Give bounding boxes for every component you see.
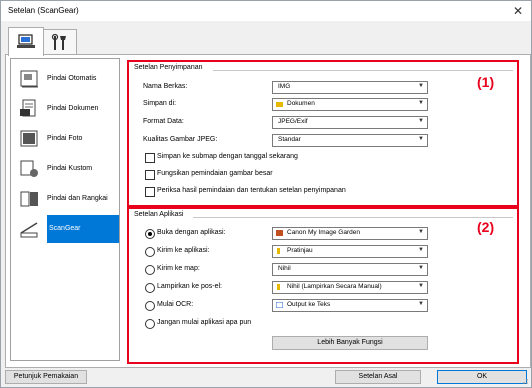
data-format-label: Format Data: (143, 118, 184, 125)
tools-icon (51, 34, 66, 50)
checkbox-label: Fungsikan pemindaian gambar besar (157, 170, 273, 177)
section-title: Setelan Penyimpanan (134, 64, 203, 71)
chevron-down-icon[interactable]: ▼ (418, 301, 424, 307)
chevron-down-icon[interactable]: ▼ (418, 100, 424, 106)
radio-label: Kirim ke map: (157, 265, 200, 272)
chevron-down-icon[interactable]: ▼ (418, 83, 424, 89)
no-app-radio[interactable] (145, 319, 155, 329)
custom-scan-icon (20, 160, 38, 177)
jpeg-quality-select[interactable]: Standar ▼ (272, 134, 428, 147)
scan-mode-list: Pindai Otomatis Pindai Dokumen Pindai Fo… (10, 58, 120, 361)
attach-to-email-radio[interactable] (145, 283, 155, 293)
start-ocr-radio[interactable] (145, 301, 155, 311)
chevron-down-icon[interactable]: ▼ (418, 247, 424, 253)
chevron-down-icon[interactable]: ▼ (418, 265, 424, 271)
open-with-app-radio[interactable] (145, 229, 155, 239)
send-to-folder-radio[interactable] (145, 265, 155, 275)
app-icon (277, 248, 280, 254)
section-divider (213, 70, 513, 71)
chevron-down-icon[interactable]: ▼ (418, 118, 424, 124)
sidebar-item-label: Pindai Foto (47, 135, 83, 142)
sidebar-item-label: ScanGear (49, 225, 81, 232)
chevron-down-icon[interactable]: ▼ (418, 136, 424, 142)
sidebar-item-stitch-scan[interactable]: Pindai dan Rangkai (11, 185, 119, 213)
open-with-app-select[interactable]: Canon My Image Garden ▼ (272, 227, 428, 240)
scanner-settings-tab[interactable] (8, 27, 44, 56)
save-settings-section: Setelan Penyimpanan (1) Nama Berkas: IMG… (127, 60, 519, 207)
auto-scan-icon (20, 70, 38, 88)
photo-scan-icon (20, 130, 38, 147)
sidebar-item-auto-scan[interactable]: Pindai Otomatis (11, 65, 119, 93)
section-callout: (2) (477, 219, 495, 235)
sidebar-item-scangear[interactable]: ScanGear (47, 215, 119, 243)
title-bar: Setelan (ScanGear) ✕ (1, 1, 531, 21)
folder-icon (276, 102, 283, 107)
document-scan-icon (20, 99, 36, 117)
attach-to-email-select[interactable]: Nihil (Lampirkan Secara Manual) ▼ (272, 281, 428, 294)
save-in-label: Simpan di: (143, 100, 177, 107)
tools-settings-tab[interactable] (43, 29, 77, 56)
start-ocr-select[interactable]: Output ke Teks ▼ (272, 299, 428, 312)
settings-window: Setelan (ScanGear) ✕ Pindai Otomatis Pin… (0, 0, 532, 388)
radio-label: Buka dengan aplikasi: (157, 229, 226, 236)
app-icon (276, 230, 283, 236)
stitch-scan-icon (20, 191, 38, 207)
email-app-icon (277, 284, 280, 290)
checkbox-label: Simpan ke submap dengan tanggal sekarang (157, 153, 298, 160)
application-settings-section: Setelan Aplikasi (2) Buka dengan aplikas… (127, 207, 519, 364)
radio-label: Kirim ke aplikasi: (157, 247, 210, 254)
ocr-icon (276, 302, 283, 308)
defaults-button[interactable]: Setelan Asal (335, 370, 421, 384)
sidebar-item-label: Pindai Dokumen (47, 105, 99, 112)
save-subfolder-checkbox[interactable] (145, 153, 155, 163)
file-name-combo[interactable]: IMG ▼ (272, 81, 428, 94)
chevron-down-icon[interactable]: ▼ (418, 229, 424, 235)
radio-label: Mulai OCR: (157, 301, 194, 308)
window-title: Setelan (ScanGear) (8, 6, 79, 15)
radio-label: Jangan mulai aplikasi apa pun (157, 319, 252, 326)
instructions-button[interactable]: Petunjuk Pemakaian (5, 370, 87, 384)
large-image-scan-checkbox[interactable] (145, 170, 155, 180)
section-divider (193, 217, 513, 218)
checkbox-label: Periksa hasil pemindaian dan tentukan se… (157, 187, 346, 194)
jpeg-quality-label: Kualitas Gambar JPEG: (143, 136, 218, 143)
sidebar-item-label: Pindai Kustom (47, 165, 93, 172)
computer-icon (17, 34, 35, 48)
section-callout: (1) (477, 74, 495, 90)
radio-label: Lampirkan ke pos-el: (157, 283, 222, 290)
chevron-down-icon[interactable]: ▼ (418, 283, 424, 289)
section-title: Setelan Aplikasi (134, 211, 184, 218)
sidebar-item-photo-scan[interactable]: Pindai Foto (11, 125, 119, 153)
send-to-app-select[interactable]: Pratinjau ▼ (272, 245, 428, 258)
sidebar-item-label: Pindai dan Rangkai (47, 195, 108, 202)
sidebar-item-custom-scan[interactable]: Pindai Kustom (11, 155, 119, 183)
check-scan-results-checkbox[interactable] (145, 187, 155, 197)
file-name-label: Nama Berkas: (143, 83, 188, 90)
sidebar-item-document-scan[interactable]: Pindai Dokumen (11, 95, 119, 123)
resize-grip-icon[interactable] (521, 377, 529, 385)
sidebar-item-label: Pindai Otomatis (47, 75, 97, 82)
send-to-app-radio[interactable] (145, 247, 155, 257)
data-format-select[interactable]: JPEG/Exif ▼ (272, 116, 428, 129)
more-functions-button[interactable]: Lebih Banyak Fungsi (272, 336, 428, 350)
send-to-folder-select[interactable]: Nihil ▼ (272, 263, 428, 276)
close-icon[interactable]: ✕ (511, 4, 525, 18)
ok-button[interactable]: OK (437, 370, 527, 384)
save-in-combo[interactable]: Dokumen ▼ (272, 98, 428, 111)
scangear-icon (20, 222, 38, 238)
